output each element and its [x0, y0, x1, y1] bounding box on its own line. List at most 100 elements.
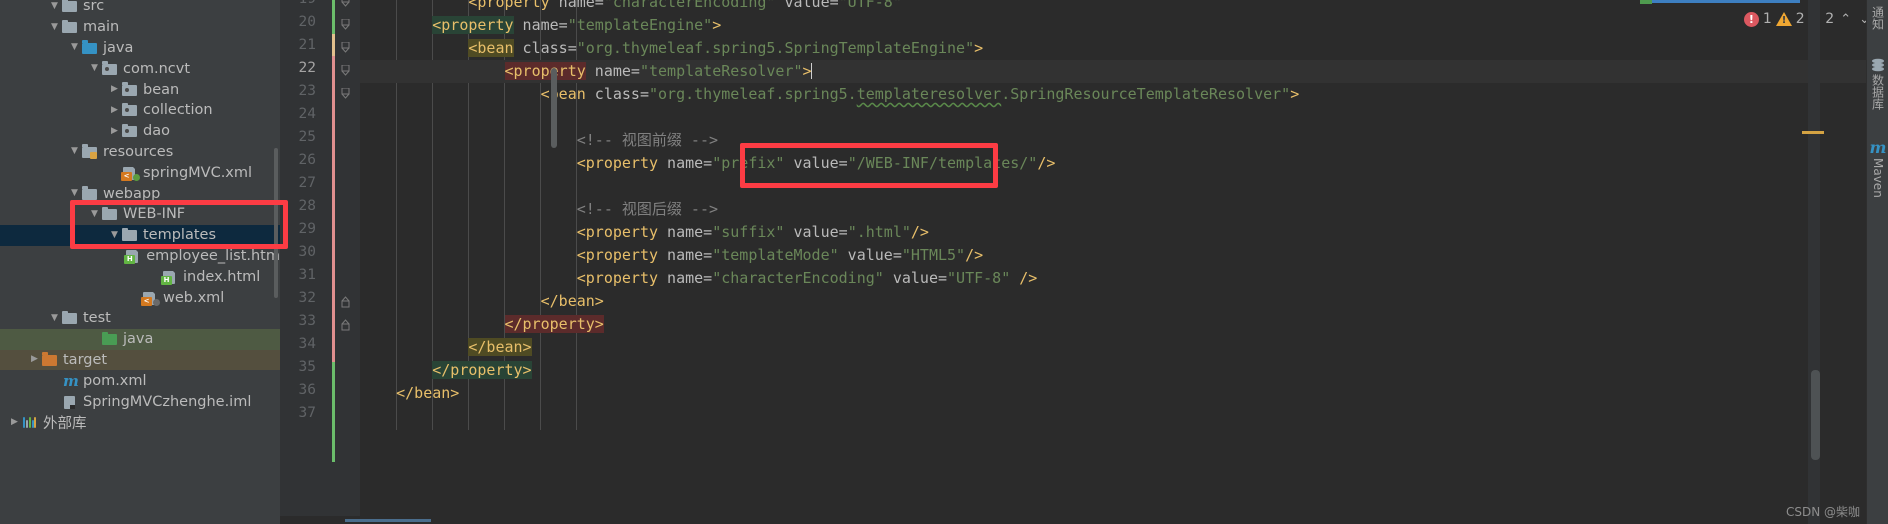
- chevron-down-icon[interactable]: ▼: [48, 22, 61, 32]
- tree-item-web-xml[interactable]: ▶<web.xml: [0, 287, 280, 308]
- chevron-down-icon[interactable]: ▼: [68, 189, 81, 198]
- tree-item-java[interactable]: ▶ java: [0, 328, 280, 350]
- tree-item--[interactable]: ▶ 外部库: [0, 412, 280, 433]
- chevron-down-icon[interactable]: ▼: [48, 1, 61, 11]
- code-line[interactable]: <property name="templateMode" value="HTM…: [360, 244, 983, 267]
- tree-item-label: index.html: [183, 268, 261, 285]
- code-line[interactable]: </bean>: [360, 336, 532, 359]
- chevron-down-icon[interactable]: ▼: [108, 230, 121, 240]
- tree-item-templates[interactable]: ▼ templates: [0, 224, 280, 246]
- code-token: value=: [784, 154, 848, 172]
- chevron-down-icon[interactable]: ▼: [68, 147, 81, 156]
- code-line[interactable]: <property name="prefix" value="/WEB-INF/…: [360, 152, 1056, 175]
- code-line[interactable]: <bean class="org.thymeleaf.spring5.templ…: [360, 83, 1300, 106]
- code-token: value=: [784, 223, 848, 241]
- tree-item-springmvc-xml[interactable]: ▶<springMVC.xml: [0, 162, 280, 183]
- tree-item-label: collection: [143, 102, 213, 119]
- chevron-down-icon[interactable]: ▼: [68, 43, 81, 52]
- tree-item-webapp[interactable]: ▼ webapp: [0, 183, 280, 204]
- code-token: name=: [549, 0, 604, 11]
- code-token: />: [910, 223, 929, 241]
- tree-item-bean[interactable]: ▶ bean: [0, 79, 280, 100]
- right-tool-window-bar[interactable]: 通知 数据库 m Maven: [1866, 0, 1888, 524]
- tree-item-resources[interactable]: ▼ resources: [0, 142, 280, 163]
- prev-problem-button[interactable]: ⌃: [1838, 12, 1853, 27]
- code-line[interactable]: <property name="templateResolver">: [360, 60, 812, 83]
- code-line[interactable]: <!-- 视图前缀 -->: [360, 129, 718, 152]
- tool-maven[interactable]: Maven: [1867, 158, 1888, 201]
- code-line[interactable]: </property>: [360, 313, 604, 336]
- code-line[interactable]: <!-- 视图后缀 -->: [360, 198, 718, 221]
- chevron-right-icon[interactable]: ▶: [28, 355, 41, 364]
- vcs-change-stripe: [332, 0, 335, 524]
- fold-marker-icon[interactable]: [340, 88, 353, 101]
- fold-marker-icon[interactable]: [340, 19, 353, 32]
- code-token: />: [1010, 269, 1038, 287]
- tree-item-employee-list-htm[interactable]: ▶Hemployee_list.htm: [0, 246, 280, 267]
- tree-item-label: 外部库: [43, 415, 87, 432]
- tree-item-dao[interactable]: ▶ dao: [0, 121, 280, 142]
- code-token: </property>: [432, 361, 532, 379]
- tree-item-index-html[interactable]: ▶Hindex.html: [0, 266, 280, 287]
- tool-database[interactable]: 数据库: [1867, 74, 1888, 113]
- tree-scrollbar-thumb[interactable]: [274, 148, 278, 298]
- tree-item-com-ncvt[interactable]: ▼ com.ncvt: [0, 58, 280, 79]
- chevron-down-icon[interactable]: ▼: [88, 209, 101, 219]
- code-line[interactable]: </property>: [360, 359, 532, 382]
- tree-item-label: SpringMVCzhenghe.iml: [83, 393, 252, 410]
- code-text[interactable]: <property name="characterEncoding" value…: [360, 0, 1888, 524]
- fold-marker-icon[interactable]: [340, 42, 353, 55]
- line-number: 23: [298, 83, 316, 99]
- editor-horizontal-thumb[interactable]: [551, 68, 557, 148]
- chevron-right-icon[interactable]: ▶: [108, 85, 121, 94]
- editor-gutter[interactable]: 19 20 21 22 23 24 25 26 27 28 29 30 31 32 33 34 35 36 37: [280, 0, 360, 524]
- project-tree-panel[interactable]: ▼ src ▼ main ▼ java ▼ com.ncvt ▶ bean ▶ collection ▶…: [0, 0, 280, 524]
- tool-notifications[interactable]: 通知: [1867, 6, 1888, 33]
- folder-grey-icon: [61, 19, 79, 35]
- folder-orange-target-icon: [41, 352, 59, 368]
- code-line[interactable]: </bean>: [360, 382, 459, 405]
- chevron-right-icon[interactable]: ▶: [108, 105, 121, 115]
- code-line[interactable]: <property name="characterEncoding" value…: [360, 0, 902, 14]
- tree-item-label: target: [63, 351, 108, 368]
- code-line[interactable]: <property name="templateEngine">: [360, 14, 721, 37]
- chevron-right-icon[interactable]: ▶: [8, 417, 21, 427]
- tree-spacer: ▶: [108, 168, 121, 177]
- tree-item-src[interactable]: ▼ src: [0, 0, 280, 17]
- code-token: class=: [513, 39, 577, 57]
- code-token: value=: [775, 0, 839, 11]
- code-line[interactable]: <bean class="org.thymeleaf.spring5.Sprin…: [360, 37, 983, 60]
- tree-item-main[interactable]: ▼ main: [0, 17, 280, 38]
- database-icon[interactable]: [1867, 58, 1888, 72]
- editor-vertical-scrollbar[interactable]: [1811, 370, 1820, 460]
- fold-marker-icon[interactable]: [340, 318, 353, 331]
- code-token: "characterEncoding": [712, 269, 884, 287]
- fold-marker-icon[interactable]: [340, 0, 353, 9]
- tree-item-label: java: [123, 331, 154, 348]
- code-line[interactable]: <property name="suffix" value=".html"/>: [360, 221, 929, 244]
- tree-item-pom-xml[interactable]: ▶mpom.xml: [0, 370, 280, 391]
- line-number: 32: [298, 290, 316, 306]
- tree-item-target[interactable]: ▶ target: [0, 349, 280, 371]
- warning-marker[interactable]: [1802, 131, 1824, 134]
- tree-item-springmvczhenghe-iml[interactable]: ▶ SpringMVCzhenghe.iml: [0, 391, 280, 412]
- tree-item-web-inf[interactable]: ▼ WEB-INF: [0, 204, 280, 225]
- chevron-right-icon[interactable]: ▶: [108, 126, 121, 136]
- tree-item-test[interactable]: ▼ test: [0, 308, 280, 329]
- code-token: <!-- 视图前缀 -->: [576, 131, 719, 149]
- external-libraries-icon: [21, 414, 39, 430]
- tool-maven-label: Maven: [1871, 158, 1885, 198]
- fold-marker-icon[interactable]: [340, 65, 353, 78]
- chevron-down-icon[interactable]: ▼: [48, 313, 61, 323]
- tree-item-java[interactable]: ▼ java: [0, 38, 280, 59]
- tree-item-label: bean: [143, 81, 180, 98]
- code-line[interactable]: <property name="characterEncoding" value…: [360, 267, 1038, 290]
- code-editor[interactable]: 19202122232425262728293031323334353637 <…: [280, 0, 1888, 524]
- code-line[interactable]: </bean>: [360, 290, 604, 313]
- chevron-down-icon[interactable]: ▼: [88, 64, 101, 73]
- fold-marker-icon[interactable]: [340, 295, 353, 308]
- tree-item-collection[interactable]: ▶ collection: [0, 100, 280, 121]
